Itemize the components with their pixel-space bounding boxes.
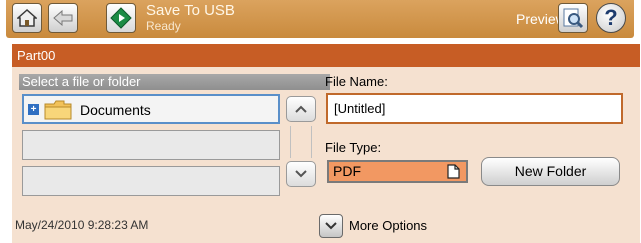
file-type-label: File Type: — [325, 140, 382, 155]
folder-icon — [44, 100, 72, 120]
file-type-select[interactable]: PDF — [327, 160, 468, 183]
top-bar: Save To USB Ready Preview ? — [6, 0, 634, 38]
help-button[interactable]: ? — [596, 3, 626, 33]
chevron-down-icon — [295, 170, 307, 178]
start-diamond-icon — [110, 7, 132, 29]
scrollbar-track[interactable] — [290, 126, 312, 158]
expand-plus-icon[interactable]: + — [28, 104, 39, 115]
save-to-usb-screen: Save To USB Ready Preview ? Part00 Selec… — [0, 0, 641, 243]
file-name-label: File Name: — [325, 74, 388, 89]
preview-button[interactable] — [558, 3, 588, 33]
file-list-header: Select a file or folder — [19, 74, 330, 90]
new-folder-button[interactable]: New Folder — [481, 157, 620, 186]
home-button[interactable] — [12, 3, 42, 33]
list-item[interactable]: + Documents — [22, 94, 280, 124]
scroll-up-button[interactable] — [286, 96, 316, 122]
list-item-label: Documents — [80, 102, 151, 118]
chevron-down-icon — [325, 222, 337, 230]
document-icon — [447, 164, 460, 179]
part-header: Part00 — [12, 44, 640, 67]
back-button[interactable] — [48, 3, 78, 33]
file-name-input[interactable] — [326, 93, 623, 124]
more-options-button[interactable] — [319, 214, 343, 238]
home-icon — [17, 9, 37, 27]
status-text: Ready — [146, 19, 181, 33]
chevron-up-icon — [295, 105, 307, 113]
list-item[interactable] — [22, 130, 280, 160]
file-type-value: PDF — [333, 163, 361, 179]
main-panel: Part00 Select a file or folder + Documen… — [12, 44, 640, 243]
more-options-label: More Options — [349, 218, 428, 233]
screen-title: Save To USB — [146, 2, 235, 19]
scroll-down-button[interactable] — [286, 161, 316, 187]
help-icon: ? — [604, 5, 618, 30]
magnifier-icon — [563, 8, 584, 29]
list-item[interactable] — [22, 166, 280, 196]
start-button[interactable] — [106, 3, 136, 33]
back-arrow-icon — [53, 10, 73, 26]
date-time: May/24/2010 9:28:23 AM — [15, 218, 149, 232]
